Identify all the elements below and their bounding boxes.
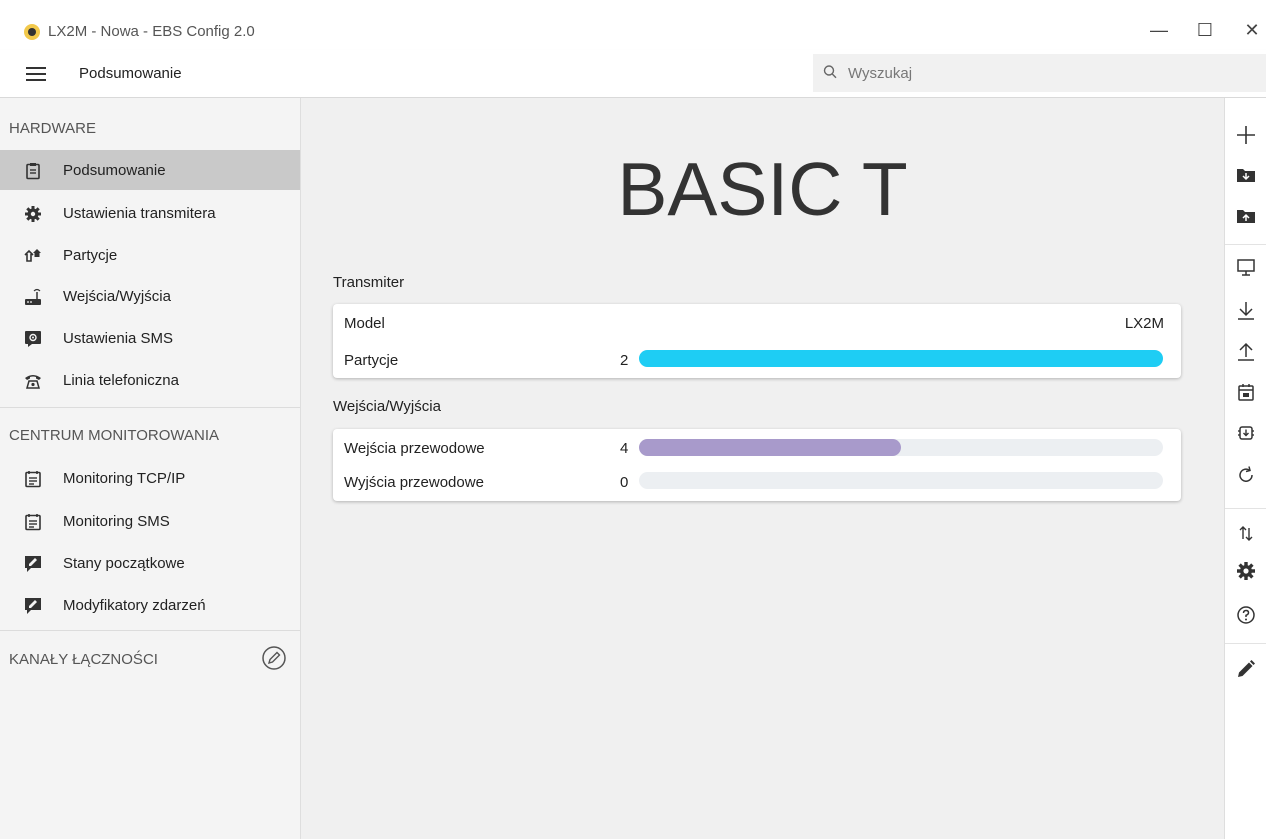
wired-outputs-bar-track: [639, 472, 1163, 489]
calendar-list-icon: [25, 514, 41, 531]
page-title: Podsumowanie: [79, 65, 182, 82]
window-title: LX2M - Nowa - EBS Config 2.0: [48, 23, 255, 40]
refresh-icon[interactable]: [1235, 464, 1257, 486]
sidebar-item-monitoring-tcp-ip[interactable]: Monitoring TCP/IP: [0, 458, 300, 498]
wired-inputs-bar-fill: [639, 439, 901, 456]
wired-inputs-label: Wejścia przewodowe: [344, 440, 485, 457]
device-name-heading: BASIC T: [617, 147, 908, 231]
sidebar-item-stany-poczatkowe[interactable]: Stany początkowe: [0, 543, 300, 583]
sidebar-divider: [0, 630, 300, 631]
sidebar-item-ustawienia-transmitera[interactable]: Ustawienia transmitera: [0, 193, 300, 233]
calendar-list-icon: [25, 471, 41, 488]
app-logo-icon: [24, 24, 40, 40]
model-label: Model: [344, 315, 385, 332]
model-value: LX2M: [1124, 315, 1164, 332]
hardware-section-header: HARDWARE: [9, 120, 96, 137]
search-box[interactable]: [813, 54, 1266, 92]
partitions-count: 2: [620, 352, 629, 369]
top-toolbar: Podsumowanie: [0, 50, 1266, 98]
sidebar: HARDWARE Podsumowanie Ustawienia transmi…: [0, 98, 301, 839]
sidebar-item-label: Linia telefoniczna: [63, 372, 179, 389]
gear-icon: [25, 206, 41, 222]
channels-section-header: KANAŁY ŁĄCZNOŚCI: [9, 651, 158, 668]
search-input[interactable]: [848, 62, 1248, 84]
wired-outputs-label: Wyjścia przewodowe: [344, 474, 484, 491]
sidebar-item-podsumowanie[interactable]: Podsumowanie: [0, 150, 300, 190]
right-action-bar: [1224, 98, 1266, 839]
gear-icon[interactable]: [1235, 560, 1257, 582]
window-title-bar: LX2M - Nowa - EBS Config 2.0 — ☐ ✕: [0, 0, 1266, 50]
houses-icon: [24, 249, 41, 262]
hamburger-menu-icon[interactable]: [26, 67, 46, 81]
router-icon: [25, 288, 41, 305]
sidebar-item-linia-telefoniczna[interactable]: Linia telefoniczna: [0, 360, 300, 400]
monitor-icon[interactable]: [1235, 256, 1257, 278]
calendar-icon[interactable]: [1235, 382, 1257, 404]
sort-icon[interactable]: [1235, 522, 1257, 544]
wired-inputs-bar-track: [639, 439, 1163, 456]
help-icon[interactable]: [1235, 604, 1257, 626]
transmitter-group-label: Transmiter: [333, 274, 405, 291]
transmitter-card: Model LX2M Partycje 2: [333, 304, 1181, 378]
wired-outputs-count: 0: [620, 474, 629, 491]
sidebar-item-label: Ustawienia transmitera: [63, 205, 216, 222]
sidebar-divider: [0, 407, 300, 408]
sidebar-item-label: Podsumowanie: [63, 162, 166, 179]
close-button[interactable]: ✕: [1240, 18, 1264, 42]
partitions-bar-fill: [639, 350, 1163, 367]
action-divider: [1225, 643, 1266, 644]
partitions-bar-track: [639, 350, 1163, 367]
sidebar-item-label: Stany początkowe: [63, 555, 185, 572]
edit-note-icon: [25, 556, 41, 572]
firmware-icon[interactable]: [1235, 422, 1257, 444]
io-group-label: Wejścia/Wyjścia: [333, 398, 441, 415]
partitions-label: Partycje: [344, 352, 399, 369]
search-icon: [823, 65, 837, 79]
sidebar-item-label: Monitoring TCP/IP: [63, 470, 186, 487]
sidebar-item-label: Wejścia/Wyjścia: [63, 288, 171, 305]
sms-settings-icon: [25, 331, 41, 347]
wired-inputs-count: 4: [620, 440, 629, 457]
edit-note-icon: [25, 598, 41, 614]
maximize-button[interactable]: ☐: [1193, 18, 1217, 42]
add-icon[interactable]: [1235, 124, 1257, 146]
sidebar-item-label: Monitoring SMS: [63, 513, 170, 530]
telephone-icon: [25, 375, 41, 389]
sidebar-item-wejscia-wyjscia[interactable]: Wejścia/Wyjścia: [0, 276, 300, 316]
sidebar-item-partycje[interactable]: Partycje: [0, 235, 300, 275]
pencil-icon[interactable]: [1235, 658, 1257, 680]
main-content: BASIC T Transmiter Model LX2M Partycje 2…: [301, 98, 1224, 839]
clipboard-icon: [26, 163, 40, 180]
folder-save-icon[interactable]: [1235, 205, 1257, 227]
sidebar-item-label: Partycje: [63, 247, 118, 264]
sidebar-item-monitoring-sms[interactable]: Monitoring SMS: [0, 501, 300, 541]
folder-open-icon[interactable]: [1235, 164, 1257, 186]
sidebar-item-label: Ustawienia SMS: [63, 330, 174, 347]
action-divider: [1225, 508, 1266, 509]
action-divider: [1225, 244, 1266, 245]
sidebar-item-label: Modyfikatory zdarzeń: [63, 597, 206, 614]
sidebar-item-ustawienia-sms[interactable]: Ustawienia SMS: [0, 318, 300, 358]
upload-icon[interactable]: [1235, 341, 1257, 363]
monitoring-section-header: CENTRUM MONITOROWANIA: [9, 427, 219, 444]
io-card: Wejścia przewodowe 4 Wyjścia przewodowe …: [333, 429, 1181, 501]
minimize-button[interactable]: —: [1147, 18, 1171, 42]
edit-channels-icon[interactable]: [262, 646, 286, 670]
sidebar-item-modyfikatory-zdarzen[interactable]: Modyfikatory zdarzeń: [0, 585, 300, 625]
download-icon[interactable]: [1235, 300, 1257, 322]
